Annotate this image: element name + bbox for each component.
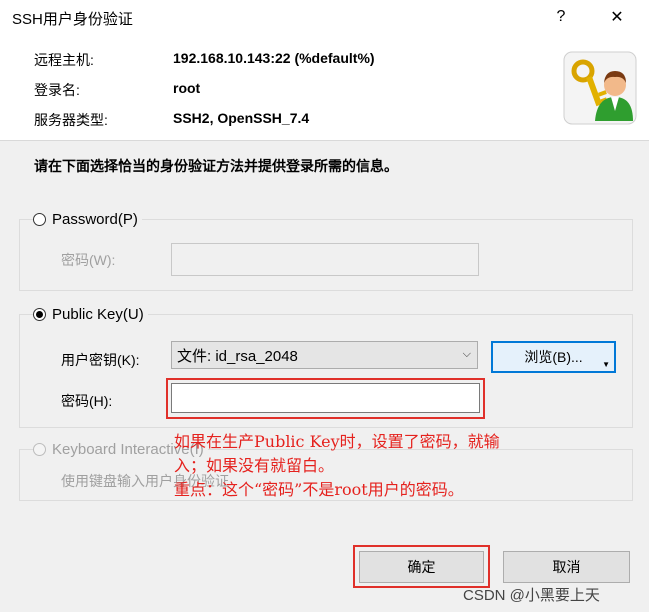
password-field[interactable] [171,243,479,276]
remote-host-label: 远程主机: [34,52,94,68]
title-bar: SSH用户身份验证 ? ✕ [0,0,649,34]
login-name-value: root [173,80,201,96]
browse-button[interactable]: 浏览(B)... ▼ [491,341,616,373]
help-button[interactable]: ? [538,0,584,34]
password-radio[interactable] [33,213,46,226]
close-icon: ✕ [610,9,624,26]
password-field-label: 密码(W): [61,252,116,268]
annotation-line-1: 如果在生产Public Key时，设置了密码，就输 [174,432,500,451]
passphrase-field[interactable] [171,383,480,413]
window-title: SSH用户身份验证 [12,11,133,28]
help-icon: ? [556,8,566,25]
publickey-radio[interactable] [33,308,46,321]
cancel-button[interactable]: 取消 [503,551,630,583]
user-key-label: 用户密钥(K): [61,352,140,368]
user-key-select-value: 文件: id_rsa_2048 [177,347,298,365]
passphrase-label: 密码(H): [61,393,113,409]
publickey-radio-row[interactable]: Public Key(U) [33,306,148,323]
ok-button[interactable]: 确定 [359,551,484,583]
ok-button-label: 确定 [407,559,436,575]
chevron-down-icon: ⌵ [462,348,471,360]
publickey-radio-label: Public Key(U) [52,306,148,323]
server-type-value: SSH2, OpenSSH_7.4 [173,110,310,126]
server-type-label: 服务器类型: [34,112,108,128]
remote-host-value: 192.168.10.143:22 (%default%) [173,50,375,66]
close-button[interactable]: ✕ [594,0,640,34]
header-divider [0,140,649,141]
instruction-text: 请在下面选择恰当的身份验证方法并提供登录所需的信息。 [34,158,398,174]
user-key-icon [563,51,637,125]
dropdown-arrow-icon: ▼ [602,360,610,369]
watermark: CSDN @小黑要上天 [463,587,600,604]
browse-button-label: 浏览(B)... [524,349,583,365]
red-annotation: 如果在生产Public Key时，设置了密码，就输 入；如果没有就留白。 重点：… [174,430,574,502]
password-radio-row[interactable]: Password(P) [33,211,142,228]
login-name-label: 登录名: [34,82,80,98]
annotation-line-2: 入；如果没有就留白。 [174,456,335,475]
cancel-button-label: 取消 [552,559,581,575]
password-radio-label: Password(P) [52,211,142,228]
user-key-select[interactable]: 文件: id_rsa_2048 ⌵ [171,341,478,369]
keyboard-radio[interactable] [33,443,46,456]
annotation-line-3: 重点：这个“密码”不是root用户的密码。 [174,480,464,499]
